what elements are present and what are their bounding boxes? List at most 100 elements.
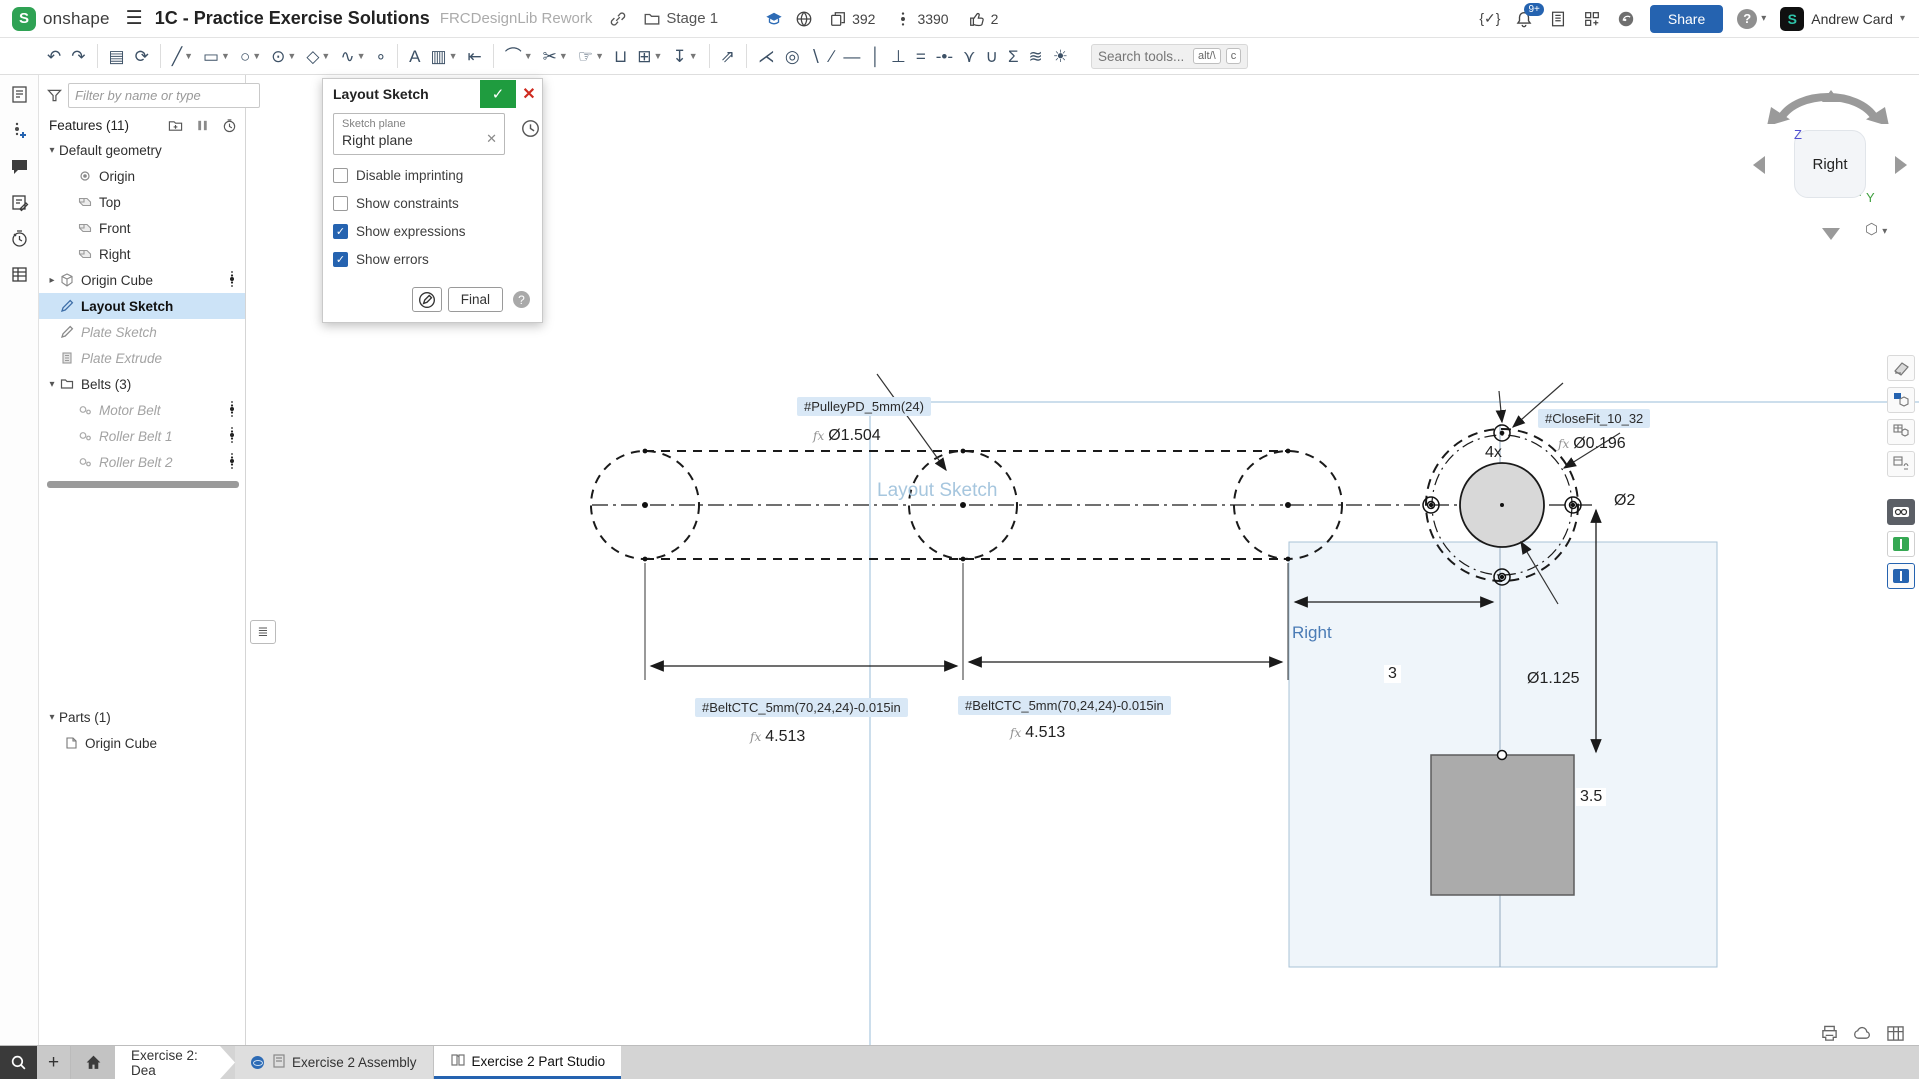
bore-dimension[interactable]: Ø1.125: [1527, 670, 1579, 688]
checkbox-icon[interactable]: ✓: [333, 224, 348, 239]
centerpoint-circle-icon[interactable]: ⊙▼: [268, 42, 299, 70]
rotate-right-arrow[interactable]: [1895, 156, 1907, 174]
cloud-icon[interactable]: [1853, 1025, 1872, 1042]
custom-tables-icon[interactable]: [8, 263, 30, 285]
feature-item-origin[interactable]: Origin: [39, 163, 245, 189]
belt-ctc-dimension-1[interactable]: fx4.513: [745, 728, 810, 746]
appearance-panel-icon[interactable]: [1887, 355, 1915, 381]
undo-icon[interactable]: ↶: [44, 42, 64, 70]
followers-icon[interactable]: [893, 9, 913, 29]
chevron-right-icon[interactable]: ▸: [45, 275, 59, 286]
belt-ctc-expression-chip-2[interactable]: #BeltCTC_5mm(70,24,24)-0.015in: [958, 696, 1171, 715]
clear-selection-icon[interactable]: ✕: [486, 131, 497, 147]
custom-table-panel-icon[interactable]: [1887, 419, 1915, 445]
rollback-bar[interactable]: [47, 481, 239, 488]
rotate-down-arrow[interactable]: [1822, 228, 1840, 240]
grid-panel-icon[interactable]: [1886, 1025, 1905, 1042]
pulley-pd-expression-chip[interactable]: #PulleyPD_5mm(24): [797, 397, 931, 416]
feature-item-roller-belt-1[interactable]: Roller Belt 1: [39, 423, 245, 449]
green-notebook-panel-icon[interactable]: [1887, 531, 1915, 557]
user-menu[interactable]: S Andrew Card ▾: [1780, 7, 1905, 31]
chevron-down-icon[interactable]: ▼: [184, 51, 193, 61]
sketch-copy-icon[interactable]: ▤: [106, 42, 128, 70]
belt-ctc-expression-chip-1[interactable]: #BeltCTC_5mm(70,24,24)-0.015in: [695, 698, 908, 717]
chevron-down-icon[interactable]: ▼: [559, 51, 568, 61]
checkbox-icon[interactable]: [333, 168, 348, 183]
new-tab-button[interactable]: +: [37, 1046, 71, 1079]
chevron-down-icon[interactable]: ▼: [654, 51, 663, 61]
variable-icon[interactable]: Σ: [1005, 42, 1022, 70]
release-notes-icon[interactable]: [1548, 9, 1568, 29]
comments-icon[interactable]: [8, 155, 30, 177]
copies-icon[interactable]: [828, 9, 848, 29]
extend-tool-icon[interactable]: ⇤: [465, 42, 485, 70]
pattern-tool-icon[interactable]: ⊞▼: [634, 42, 665, 70]
main-menu-icon[interactable]: ☰: [126, 7, 143, 30]
chevron-down-icon[interactable]: ▾: [45, 379, 59, 390]
tab-exercise-2-part-studio[interactable]: Exercise 2 Part Studio: [434, 1046, 622, 1079]
use-project-icon[interactable]: ☞▼: [575, 42, 607, 70]
perpendicular-constraint-icon[interactable]: ⊥: [888, 42, 909, 70]
learning-center-icon[interactable]: [1616, 9, 1636, 29]
tab-exercise-2-dea[interactable]: Exercise 2: Dea: [115, 1046, 235, 1079]
share-button[interactable]: Share: [1650, 5, 1723, 33]
learning-cap-icon[interactable]: [764, 9, 784, 29]
feature-item-layout-sketch[interactable]: Layout Sketch: [39, 293, 245, 319]
spline-tool-icon[interactable]: ∿▼: [337, 42, 368, 70]
suppression-dots-icon[interactable]: [229, 426, 241, 447]
curvature-fan-icon[interactable]: ☀: [1050, 42, 1071, 70]
print-icon[interactable]: [1820, 1025, 1839, 1042]
versions-icon[interactable]: {✓}: [1480, 9, 1500, 29]
view-cube-menu[interactable]: ⬡ ▾: [1865, 220, 1887, 238]
new-folder-icon[interactable]: [168, 118, 183, 133]
sketch-geometry[interactable]: [0, 75, 1919, 1045]
search-tools-input[interactable]: [1098, 49, 1188, 64]
chevron-down-icon[interactable]: ▼: [252, 51, 261, 61]
circle-tool-icon[interactable]: ○▼: [237, 42, 264, 70]
presentation-panel-icon[interactable]: [1887, 499, 1915, 525]
equal-constraint-icon[interactable]: =: [913, 42, 929, 70]
dialog-help-icon[interactable]: ?: [513, 291, 530, 308]
accept-sketch-button[interactable]: ✓: [480, 80, 516, 108]
text-tool-icon[interactable]: A: [406, 42, 423, 70]
document-title[interactable]: 1C - Practice Exercise Solutions: [155, 8, 430, 29]
hatch-icon[interactable]: ≋: [1025, 42, 1045, 70]
rotate-up-arrow[interactable]: [1822, 90, 1840, 102]
line-tool-icon[interactable]: ╱▼: [169, 42, 196, 70]
chevron-down-icon[interactable]: ▼: [524, 51, 533, 61]
document-outline-icon[interactable]: [8, 83, 30, 105]
part-item-origin-cube[interactable]: Origin Cube: [39, 730, 245, 756]
bolt-circle-dimension[interactable]: Ø2: [1614, 492, 1635, 510]
feature-expressions-panel-icon[interactable]: [1887, 451, 1915, 477]
public-globe-icon[interactable]: [794, 9, 814, 29]
blue-notebook-panel-icon[interactable]: [1887, 563, 1915, 589]
pulley-pd-dimension[interactable]: fxØ1.504: [813, 427, 881, 445]
redo-icon[interactable]: ↷: [68, 42, 88, 70]
feature-item-plate-sketch[interactable]: Plate Sketch: [39, 319, 245, 345]
onshape-logo[interactable]: S onshape: [0, 7, 110, 31]
coincident-constraint-icon[interactable]: ⋌: [755, 42, 778, 70]
feature-item-right[interactable]: Right: [39, 241, 245, 267]
offset-curve-icon[interactable]: ⊔: [611, 42, 630, 70]
history-icon[interactable]: [8, 227, 30, 249]
insert-feature-icon[interactable]: [8, 119, 30, 141]
polygon-tool-icon[interactable]: ◇▼: [303, 42, 333, 70]
rollback-pause-icon[interactable]: [195, 118, 210, 133]
horizontal-constraint-icon[interactable]: —: [840, 42, 863, 70]
tab-exercise-2-assembly[interactable]: Exercise 2 Assembly: [235, 1046, 434, 1079]
configurations-panel-icon[interactable]: [1887, 387, 1915, 413]
feature-item-plate-extrude[interactable]: Plate Extrude: [39, 345, 245, 371]
point-tool-icon[interactable]: ∘: [373, 42, 390, 70]
parts-header-row[interactable]: ▾ Parts (1): [39, 704, 245, 730]
help-menu[interactable]: ? ▾: [1737, 9, 1766, 29]
rotate-left-arrow[interactable]: [1753, 156, 1765, 174]
tab-search-icon[interactable]: [0, 1046, 37, 1079]
import-dxf-icon[interactable]: ↧▼: [669, 42, 700, 70]
chevron-down-icon[interactable]: ▼: [689, 51, 698, 61]
close-fit-expression-chip[interactable]: #CloseFit_10_32: [1538, 409, 1650, 428]
search-tools-box[interactable]: alt/\ c: [1091, 44, 1248, 69]
rectangle-tool-icon[interactable]: ▭▼: [200, 42, 233, 70]
cube-top-point[interactable]: [1498, 751, 1507, 760]
transform-icon[interactable]: ⟳: [132, 42, 152, 70]
checkbox-show-errors[interactable]: ✓Show errors: [333, 252, 532, 267]
